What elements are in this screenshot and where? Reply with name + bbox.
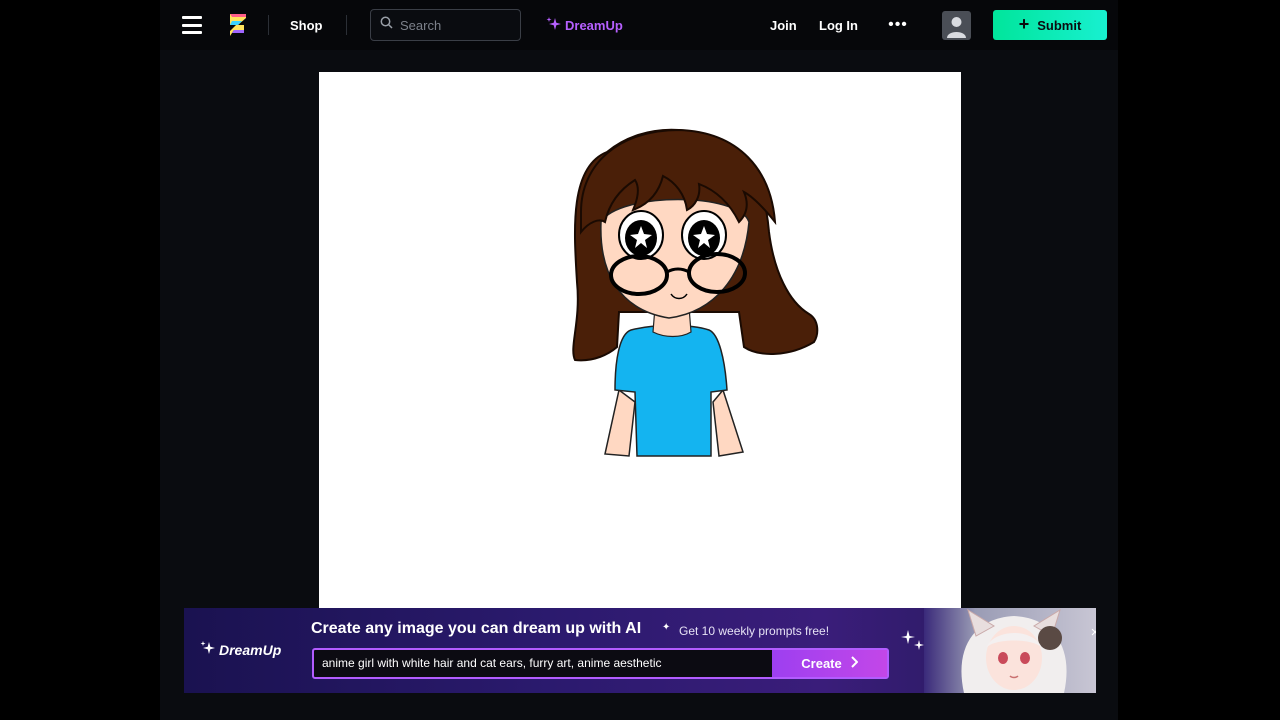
banner-headline: Create any image you can dream up with A…: [311, 620, 642, 637]
dreamup-promo-banner: DreamUp Create any image you can dream u…: [184, 608, 1096, 693]
shop-link[interactable]: Shop: [290, 16, 323, 34]
dreamup-label: DreamUp: [565, 17, 623, 33]
nav-divider: [346, 15, 347, 35]
banner-promo-image[interactable]: [924, 608, 1096, 693]
more-icon[interactable]: •••: [887, 16, 909, 34]
deviantart-logo-icon[interactable]: [226, 12, 248, 38]
top-navigation-bar: Shop DreamUp Join Log In •••: [160, 0, 1118, 50]
create-button[interactable]: Create: [772, 650, 887, 677]
close-icon[interactable]: ×: [1088, 625, 1096, 640]
artwork-drawing: [572, 128, 819, 457]
nav-divider: [268, 15, 269, 35]
app-shell: Shop DreamUp Join Log In •••: [160, 0, 1118, 720]
banner-dreamup-logo[interactable]: DreamUp: [200, 640, 281, 659]
search-input[interactable]: [400, 17, 510, 33]
prompt-field[interactable]: Create: [312, 648, 889, 679]
prompt-input[interactable]: [322, 656, 762, 670]
menu-icon[interactable]: [180, 13, 204, 37]
join-link[interactable]: Join: [770, 16, 797, 34]
login-link[interactable]: Log In: [819, 16, 858, 34]
search-icon: [380, 16, 393, 34]
artwork-image[interactable]: [319, 72, 961, 617]
plus-icon: +: [1018, 14, 1030, 34]
sparkle-icon: [200, 640, 216, 659]
chevron-right-icon: [850, 656, 859, 671]
user-avatar-icon[interactable]: [942, 11, 971, 40]
sparkle-icon: [546, 16, 562, 35]
sparkle-icon: ✦: [662, 622, 671, 633]
submit-label: Submit: [1037, 17, 1082, 33]
dreamup-link[interactable]: DreamUp: [546, 15, 623, 35]
banner-logo-label: DreamUp: [219, 641, 282, 658]
submit-button[interactable]: + Submit: [993, 10, 1107, 40]
create-label: Create: [801, 656, 842, 671]
banner-subtext: Get 10 weekly prompts free!: [679, 624, 830, 638]
sparkle-icon: [900, 626, 926, 652]
search-box[interactable]: [370, 9, 521, 41]
